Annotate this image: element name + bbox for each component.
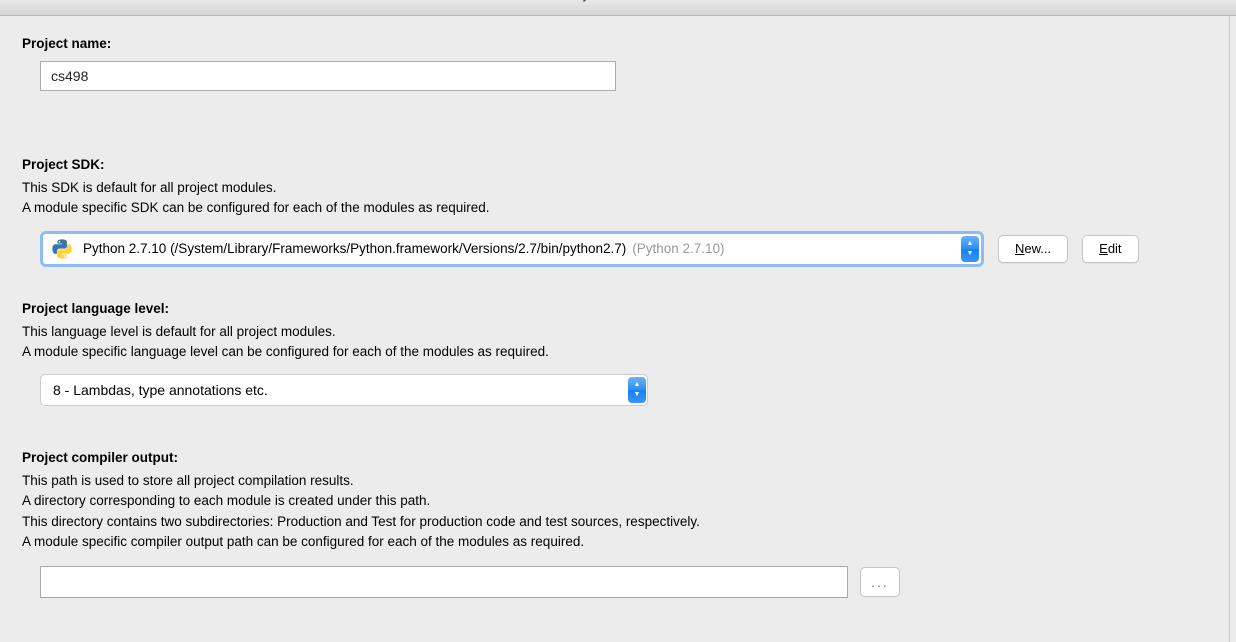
project-name-input[interactable] [40,61,616,91]
edit-sdk-button[interactable]: Edit [1082,235,1138,263]
project-name-section: Project name: [22,36,1207,127]
language-level-selected: 8 - Lambdas, type annotations etc. [53,382,268,398]
sdk-selected-text: Python 2.7.10 (/System/Library/Framework… [83,241,626,256]
project-sdk-label: Project SDK: [22,157,1207,172]
compiler-output-input[interactable] [40,566,848,598]
language-combo-stepper[interactable] [628,377,646,403]
mnemonic-e: E [1099,241,1108,256]
window-title: Project Structure [558,0,677,2]
project-name-label: Project name: [22,36,1207,51]
language-level-label: Project language level: [22,301,1207,316]
project-sdk-desc1: This SDK is default for all project modu… [22,178,1207,198]
project-sdk-section: Project SDK: This SDK is default for all… [22,157,1207,267]
project-sdk-combobox[interactable]: Python 2.7.10 (/System/Library/Framework… [40,231,984,267]
chevron-up-icon [967,240,974,250]
project-sdk-desc2: A module specific SDK can be configured … [22,198,1207,218]
compiler-output-label: Project compiler output: [22,450,1207,465]
compiler-output-desc2: A directory corresponding to each module… [22,491,1207,511]
chevron-down-icon [634,391,641,399]
browse-button[interactable]: ... [860,567,900,597]
chevron-up-icon [634,381,641,391]
chevron-down-icon [967,250,974,258]
new-sdk-button[interactable]: New... [998,235,1068,263]
mnemonic-n: N [1015,241,1024,256]
sdk-combo-stepper[interactable] [961,236,979,262]
language-level-combobox[interactable]: 8 - Lambdas, type annotations etc. [40,374,648,406]
compiler-output-desc1: This path is used to store all project c… [22,471,1207,491]
python-icon [51,238,73,260]
sdk-selected-version: (Python 2.7.10) [632,241,724,256]
language-level-desc2: A module specific language level can be … [22,342,1207,362]
compiler-output-section: Project compiler output: This path is us… [22,450,1207,598]
compiler-output-desc4: A module specific compiler output path c… [22,532,1207,552]
dialog-content: Project name: Project SDK: This SDK is d… [0,16,1230,642]
compiler-output-desc3: This directory contains two subdirectori… [22,512,1207,532]
window-titlebar: Project Structure [0,0,1236,16]
language-level-section: Project language level: This language le… [22,301,1207,407]
language-level-desc1: This language level is default for all p… [22,322,1207,342]
